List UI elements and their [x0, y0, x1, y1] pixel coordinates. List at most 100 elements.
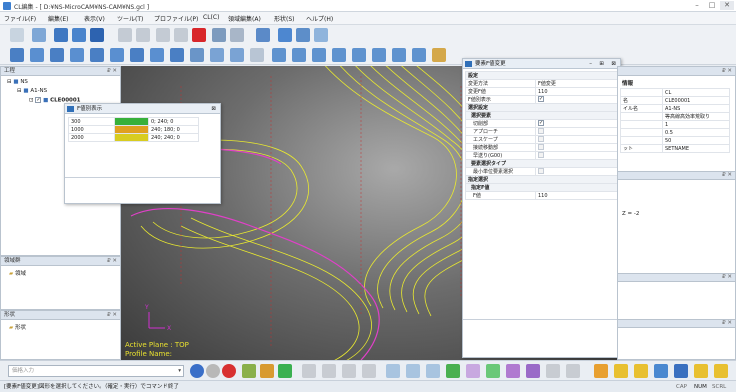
select-g-icon[interactable] — [392, 48, 406, 62]
menu-region-edit[interactable]: 領域編集(A) — [228, 14, 261, 23]
checkbox-icon[interactable] — [538, 128, 544, 135]
tree-node-a1ns[interactable]: ⊟ ■ A1-NS — [17, 88, 47, 94]
corner-icon[interactable] — [322, 364, 336, 378]
close-icon[interactable]: ₽ ✕ — [107, 67, 117, 76]
table-row[interactable]: 切削部 ✓ — [465, 119, 618, 128]
select-h-icon[interactable] — [412, 48, 426, 62]
select-f-icon[interactable] — [372, 48, 386, 62]
path-i-icon[interactable] — [546, 364, 560, 378]
menu-profile[interactable]: プロファイル(P) — [154, 14, 198, 23]
table-row[interactable]: 50 — [620, 136, 730, 145]
view-fit-icon[interactable] — [210, 48, 224, 62]
color-swatch[interactable] — [114, 117, 149, 126]
close-icon[interactable]: ⊠ — [211, 104, 216, 114]
undo-icon[interactable] — [118, 28, 132, 42]
refresh-icon[interactable] — [278, 364, 292, 378]
output-b-icon[interactable] — [614, 364, 628, 378]
table-row[interactable]: 1000 240; 180; 0 — [68, 125, 199, 134]
paste-icon[interactable] — [174, 28, 188, 42]
table-row[interactable]: 名 CLE00001 — [620, 96, 730, 105]
close-icon[interactable]: ₽ ✕ — [722, 67, 732, 76]
select-a-icon[interactable] — [272, 48, 286, 62]
angle-b-icon[interactable] — [362, 364, 376, 378]
view-left-icon[interactable] — [90, 48, 104, 62]
help-icon[interactable] — [90, 28, 104, 42]
view-top-icon[interactable] — [30, 48, 44, 62]
menu-tools[interactable]: ツール(T) — [117, 14, 143, 23]
table-row[interactable]: 早送り(G00) — [465, 151, 618, 160]
table-row[interactable]: 2000 240; 240; 0 — [68, 133, 199, 142]
redo-icon[interactable] — [136, 28, 150, 42]
maximize-button[interactable]: □ — [705, 1, 719, 10]
subsection-header[interactable]: 選択要素 — [465, 111, 618, 120]
save-icon[interactable] — [54, 28, 68, 42]
select-d-icon[interactable] — [332, 48, 346, 62]
maximize-icon[interactable]: ⊞ — [599, 59, 604, 69]
color-swatch[interactable] — [114, 125, 149, 134]
copy-icon[interactable] — [156, 28, 170, 42]
close-icon[interactable]: ₽ ✕ — [722, 320, 732, 326]
checkbox-icon[interactable] — [538, 136, 544, 143]
tool-e-icon[interactable] — [296, 28, 310, 42]
table-row[interactable]: 最小単位要素選択 — [465, 167, 618, 176]
table-row[interactable]: 1 — [620, 120, 730, 129]
close-icon[interactable]: ₽ ✕ — [722, 172, 732, 178]
open-file-icon[interactable] — [32, 28, 46, 42]
tool-a-icon[interactable] — [212, 28, 226, 42]
close-button[interactable]: ✕ — [720, 1, 734, 10]
path-a-icon[interactable] — [386, 364, 400, 378]
section-header[interactable]: 指定選択 — [465, 175, 618, 184]
table-row[interactable]: ット SETNAME — [620, 144, 730, 153]
output-c-icon[interactable] — [634, 364, 648, 378]
table-row[interactable]: F値別表示 ✓ — [465, 95, 618, 104]
line-icon[interactable] — [302, 364, 316, 378]
output-a-icon[interactable] — [594, 364, 608, 378]
view-pan-icon[interactable] — [170, 48, 184, 62]
minimize-button[interactable]: – — [690, 1, 704, 10]
menu-cl[interactable]: CL(C) — [203, 14, 219, 21]
table-row[interactable]: F値 110 — [465, 191, 618, 200]
view-bottom-icon[interactable] — [130, 48, 144, 62]
section-header[interactable]: 設定 — [465, 71, 618, 80]
view-window-icon[interactable] — [230, 48, 244, 62]
subsection-header[interactable]: 指定F値 — [465, 183, 618, 192]
select-e-icon[interactable] — [352, 48, 366, 62]
section-header[interactable]: 要素選択タイプ — [465, 159, 618, 168]
tree-node-ns[interactable]: ⊟ ■ NS — [7, 79, 28, 85]
close-icon[interactable]: ₽ ✕ — [722, 274, 732, 280]
menu-edit[interactable]: 編集(E) — [48, 14, 68, 23]
tool-b-icon[interactable] — [230, 28, 244, 42]
path-j-icon[interactable] — [566, 364, 580, 378]
menu-view[interactable]: 表示(V) — [84, 14, 105, 23]
path-f-icon[interactable] — [486, 364, 500, 378]
section-header[interactable]: 選択設定 — [465, 103, 618, 112]
view-zoom-icon[interactable] — [190, 48, 204, 62]
checkbox-icon[interactable]: ✓ — [538, 96, 544, 103]
view-back-icon[interactable] — [110, 48, 124, 62]
checkbox-icon[interactable] — [538, 152, 544, 159]
output-e-icon[interactable] — [674, 364, 688, 378]
table-row[interactable]: エスケープ — [465, 135, 618, 144]
color-swatch[interactable] — [114, 133, 149, 142]
path-b-icon[interactable] — [406, 364, 420, 378]
view-iso-icon[interactable] — [10, 48, 24, 62]
menu-file[interactable]: ファイル(F) — [4, 14, 36, 23]
angle-a-icon[interactable] — [342, 364, 356, 378]
table-row[interactable]: イル名 A1-NS — [620, 104, 730, 113]
select-c-icon[interactable] — [312, 48, 326, 62]
input-combo[interactable]: 価格入力 ▾ — [8, 365, 184, 377]
tool-f-icon[interactable] — [314, 28, 328, 42]
minimize-icon[interactable]: – — [589, 59, 592, 69]
path-h-icon[interactable] — [526, 364, 540, 378]
output-d-icon[interactable] — [654, 364, 668, 378]
select-b-icon[interactable] — [292, 48, 306, 62]
checkbox-icon[interactable]: ✓ — [35, 97, 42, 103]
delete-icon[interactable] — [192, 28, 206, 42]
path-e-icon[interactable] — [466, 364, 480, 378]
tool-d-icon[interactable] — [278, 28, 292, 42]
table-row[interactable]: 等高線高効率荒取り — [620, 112, 730, 121]
view-rotate-icon[interactable] — [150, 48, 164, 62]
menu-shape[interactable]: 形状(S) — [274, 14, 295, 23]
table-row[interactable]: 300 0; 240; 0 — [68, 117, 199, 126]
grid-icon[interactable] — [250, 48, 264, 62]
